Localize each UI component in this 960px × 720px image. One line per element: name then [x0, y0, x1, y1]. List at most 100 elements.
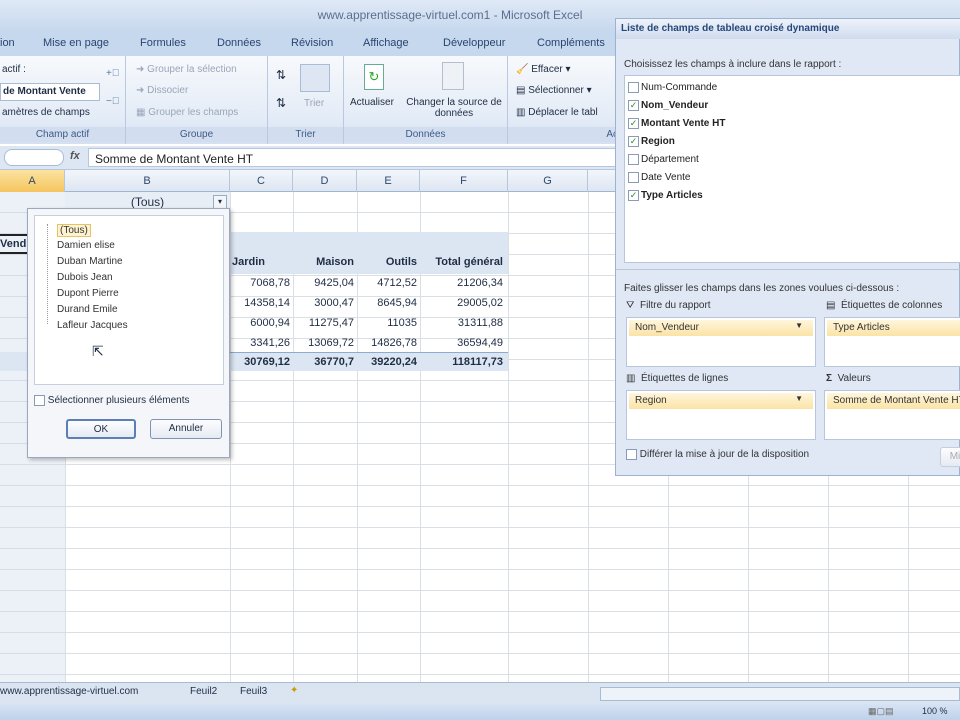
filter-item[interactable]: (Tous) [57, 224, 91, 237]
field-item[interactable]: ✓ Type Articles [628, 190, 703, 201]
sort-button[interactable]: Trier [304, 98, 324, 109]
pivot-column-header[interactable]: Total général [420, 256, 503, 268]
sort-desc-icon[interactable]: ⇅ [276, 96, 286, 110]
change-source-button[interactable]: Changer la source de données [406, 97, 502, 119]
pivot-total-cell[interactable]: 118117,73 [420, 356, 503, 368]
pivot-cell[interactable]: 3341,26 [230, 337, 290, 349]
values-zone[interactable]: Somme de Montant Vente HT [824, 390, 960, 440]
insert-sheet-icon[interactable]: ✦ [290, 685, 298, 696]
pivot-cell[interactable]: 11275,47 [293, 317, 354, 329]
report-filter-zone[interactable]: Nom_Vendeur ▼ [626, 317, 816, 367]
field-settings-button[interactable]: amètres de champs [2, 107, 90, 118]
field-item[interactable]: Date Vente [628, 172, 690, 183]
sheet-tab-1[interactable]: www.apprentissage-virtuel.com [0, 686, 138, 697]
pivot-cell[interactable]: 13069,72 [293, 337, 354, 349]
field-item[interactable]: Num-Commande [628, 82, 717, 93]
checkbox-icon[interactable] [628, 82, 639, 93]
column-header-c[interactable]: C [230, 170, 293, 192]
field-item[interactable]: Département [628, 154, 699, 165]
filter-item[interactable]: Dubois Jean [57, 272, 113, 283]
pivot-total-cell[interactable]: 30769,12 [230, 356, 290, 368]
checkbox-icon[interactable] [628, 172, 639, 183]
checked-checkbox-icon[interactable]: ✓ [628, 100, 639, 111]
zone-item-nom-vendeur[interactable]: Nom_Vendeur ▼ [629, 320, 813, 336]
horizontal-scrollbar[interactable] [600, 687, 960, 701]
field-item[interactable]: ✓ Nom_Vendeur [628, 100, 708, 111]
column-labels-zone[interactable]: Type Articles [824, 317, 960, 367]
tab-revision[interactable]: Révision [291, 37, 333, 49]
ok-button[interactable]: OK [66, 419, 136, 439]
cancel-button[interactable]: Annuler [150, 419, 222, 439]
zoom-level[interactable]: 100 % [922, 706, 948, 716]
pivot-cell[interactable]: 8645,94 [357, 297, 417, 309]
column-header-b[interactable]: B [65, 170, 230, 192]
pivot-cell[interactable]: 21206,34 [420, 277, 503, 289]
checkbox-icon[interactable] [628, 154, 639, 165]
multi-select-checkbox[interactable]: Sélectionner plusieurs éléments [34, 395, 190, 406]
sheet-tab-3[interactable]: Feuil3 [240, 686, 267, 697]
column-header-f[interactable]: F [420, 170, 508, 192]
clear-button[interactable]: 🧹 Effacer ▾ [516, 64, 571, 75]
group-selection-button[interactable]: ➜ Grouper la sélection [136, 64, 237, 75]
pivot-cell[interactable]: 14358,14 [230, 297, 290, 309]
sheet-tab-2[interactable]: Feuil2 [190, 686, 217, 697]
active-field-input[interactable]: de Montant Vente [0, 83, 100, 101]
zone-item-sum[interactable]: Somme de Montant Vente HT [827, 393, 960, 409]
sort-icon[interactable] [300, 64, 330, 92]
filter-dropdown-button[interactable]: ▾ [213, 195, 227, 209]
column-header-g[interactable]: G [508, 170, 588, 192]
checked-checkbox-icon[interactable]: ✓ [628, 136, 639, 147]
filter-item[interactable]: Durand Emile [57, 304, 118, 315]
sort-asc-icon[interactable]: ⇅ [276, 68, 286, 82]
pivot-cell[interactable]: 9425,04 [293, 277, 354, 289]
ungroup-button[interactable]: ➜ Dissocier [136, 85, 188, 96]
collapse-field-icon[interactable]: −⃞ [106, 96, 119, 107]
tab-complements[interactable]: Compléments [537, 37, 605, 49]
pivot-total-cell[interactable]: 36770,7 [293, 356, 354, 368]
filter-item[interactable]: Damien elise [57, 240, 115, 251]
pivot-cell[interactable]: 4712,52 [357, 277, 417, 289]
defer-update-checkbox[interactable]: Différer la mise à jour de la dispositio… [626, 449, 809, 460]
pivot-cell[interactable]: 7068,78 [230, 277, 290, 289]
select-button[interactable]: ▤ Sélectionner ▾ [516, 85, 592, 96]
zone-item-type-articles[interactable]: Type Articles [827, 320, 960, 336]
checked-checkbox-icon[interactable]: ✓ [628, 118, 639, 129]
tab-insertion[interactable]: ion [0, 37, 15, 49]
dropdown-arrow-icon[interactable]: ▼ [795, 321, 803, 330]
zone-item-region[interactable]: Region ▼ [629, 393, 813, 409]
dropdown-arrow-icon[interactable]: ▼ [795, 394, 803, 403]
formula-input[interactable]: Somme de Montant Vente HT [88, 148, 618, 167]
field-item[interactable]: ✓ Montant Vente HT [628, 118, 725, 129]
name-box[interactable] [4, 149, 64, 166]
pivot-cell[interactable]: 11035 [357, 317, 417, 329]
tab-affichage[interactable]: Affichage [363, 37, 409, 49]
column-header-d[interactable]: D [293, 170, 357, 192]
tab-mise-en-page[interactable]: Mise en page [43, 37, 109, 49]
pivot-cell[interactable]: 29005,02 [420, 297, 503, 309]
pivot-cell[interactable]: 3000,47 [293, 297, 354, 309]
filter-item[interactable]: Duban Martine [57, 256, 123, 267]
tab-developpeur[interactable]: Développeur [443, 37, 505, 49]
pivot-column-header[interactable]: Jardin [232, 256, 292, 268]
fx-icon[interactable]: fx [70, 150, 80, 162]
tab-donnees[interactable]: Données [217, 37, 261, 49]
pivot-cell[interactable]: 36594,49 [420, 337, 503, 349]
refresh-icon[interactable]: ↻ [364, 64, 384, 90]
tab-formules[interactable]: Formules [140, 37, 186, 49]
expand-field-icon[interactable]: +⃞ [106, 68, 119, 79]
pivot-column-header[interactable]: Outils [357, 256, 417, 268]
checked-checkbox-icon[interactable]: ✓ [628, 190, 639, 201]
field-item[interactable]: ✓ Region [628, 136, 675, 147]
column-header-e[interactable]: E [357, 170, 420, 192]
filter-item[interactable]: Dupont Pierre [57, 288, 119, 299]
pivot-total-cell[interactable]: 39220,24 [357, 356, 417, 368]
pivot-cell[interactable]: 31311,88 [420, 317, 503, 329]
filter-item[interactable]: Lafleur Jacques [57, 320, 128, 331]
pivot-column-header[interactable]: Maison [293, 256, 354, 268]
column-header-a[interactable]: A [0, 170, 65, 192]
refresh-button[interactable]: Actualiser [350, 97, 394, 108]
move-table-button[interactable]: ▥ Déplacer le tabl [516, 107, 598, 118]
pivot-cell[interactable]: 6000,94 [230, 317, 290, 329]
update-button[interactable]: Mi [940, 447, 960, 467]
row-labels-zone[interactable]: Region ▼ [626, 390, 816, 440]
